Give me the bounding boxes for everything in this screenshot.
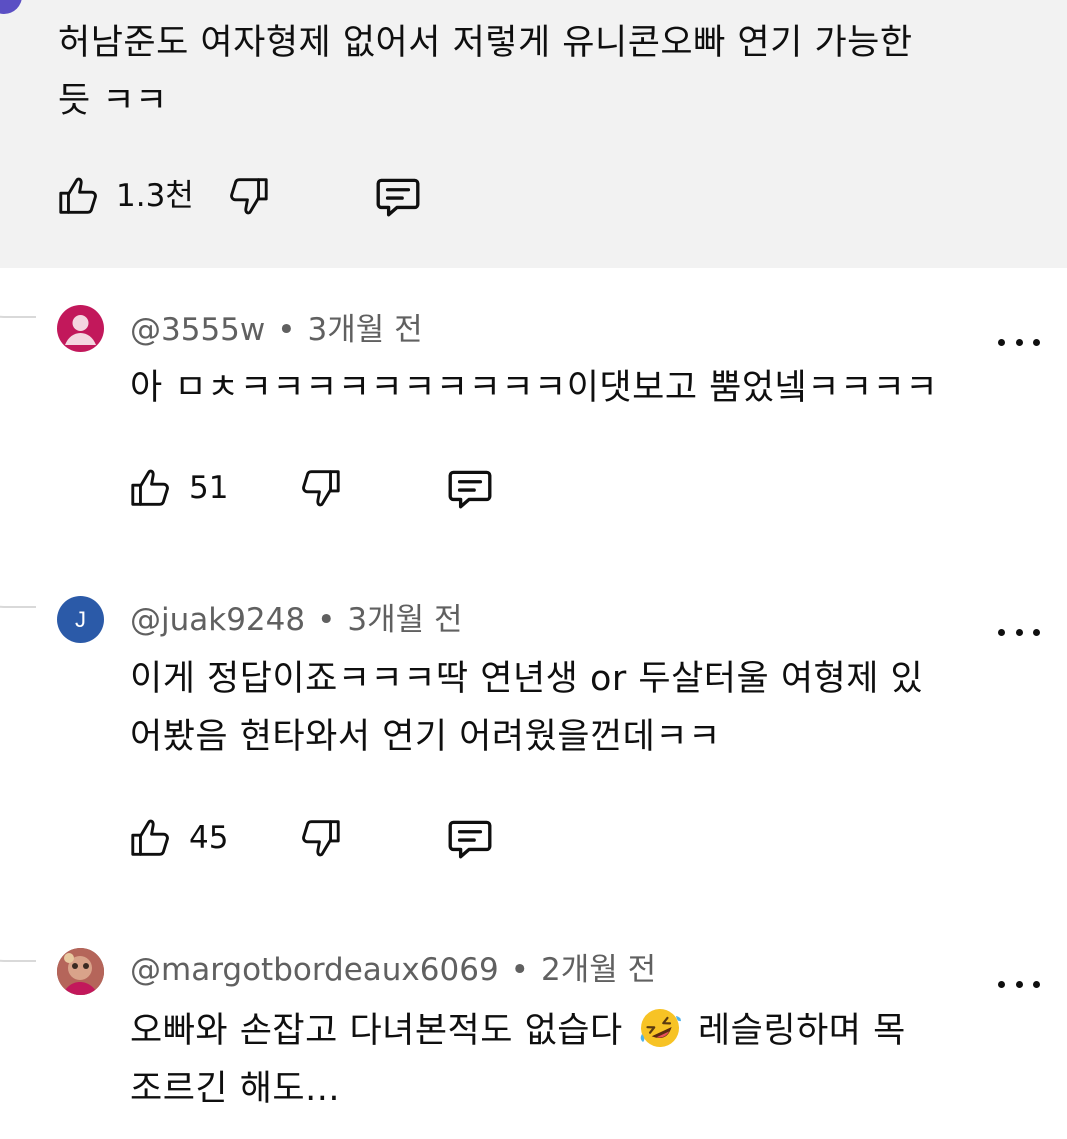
default-user-icon <box>65 315 96 345</box>
comment-line-2: 어봤음 현타와서 연기 어려웠을껀데ㅋㅋ <box>130 717 721 757</box>
rolling-on-floor-laughing-emoji <box>641 1009 682 1047</box>
more-options-icon <box>998 980 1005 988</box>
comment-line-1: 아 ㅁㅊㅋㅋㅋㅋㅋㅋㅋㅋㅋㅋ이댓보고 뿜었넼ㅋㅋㅋㅋ <box>130 368 939 408</box>
comment-text: 이게 정답이죠ㅋㅋㅋ딱 연년생 or 두살터울 여형제 있 어봤음 현타와서 연… <box>130 650 1030 766</box>
comment-line-1b: 레슬링하며 목 <box>697 1011 906 1051</box>
dislike-button[interactable] <box>296 810 344 866</box>
thumbs-down-icon <box>302 820 340 857</box>
more-options-button[interactable] <box>998 335 1040 349</box>
parent-comment-text: 허남준도 여자형제 없어서 저렇게 유니콘오빠 연기 가능한 듯 ㅋㅋ <box>58 14 1018 130</box>
meta-separator: • <box>510 952 529 988</box>
meta-separator: • <box>317 602 336 638</box>
comment-meta: @3555w • 3개월 전 <box>130 310 423 350</box>
reply-comment: @margotbordeaux6069 • 2개월 전 오빠와 손잡고 다녀본적도 … <box>0 946 1067 1139</box>
like-count: 45 <box>189 820 229 856</box>
comment-text: 오빠와 손잡고 다녀본적도 없습다 레슬링하며 목 조르긴 해도... <box>130 1002 1030 1118</box>
comment-timestamp[interactable]: 3개월 전 <box>308 312 423 348</box>
like-button[interactable] <box>55 168 103 224</box>
more-options-icon <box>998 338 1005 346</box>
reply-button[interactable] <box>443 810 497 866</box>
like-count: 1.3천 <box>116 178 194 214</box>
comment-line-1a: 오빠와 손잡고 다녀본적도 없습다 <box>130 1011 623 1051</box>
reply-button[interactable] <box>443 460 497 516</box>
parent-comment-line-1: 허남준도 여자형제 없어서 저렇게 유니콘오빠 연기 가능한 <box>58 23 913 63</box>
reply-comment-icon <box>448 820 492 859</box>
action-bar: 45 <box>0 810 520 866</box>
thumbs-up-icon <box>59 177 97 214</box>
profile-photo-icon <box>57 948 104 995</box>
reply-comment-icon <box>448 470 492 509</box>
thumbs-down-icon <box>302 470 340 507</box>
action-bar: 51 <box>0 460 520 516</box>
avatar[interactable] <box>57 948 104 995</box>
author-handle[interactable]: @margotbordeaux6069 <box>130 952 499 988</box>
like-button[interactable] <box>127 810 175 866</box>
avatar[interactable]: J <box>57 596 104 643</box>
dislike-button[interactable] <box>296 460 344 516</box>
reply-comment: J @juak9248 • 3개월 전 이게 정답이죠ㅋㅋㅋ딱 연년생 or 두살터… <box>0 596 1067 896</box>
avatar[interactable] <box>57 305 104 352</box>
author-handle[interactable]: @juak9248 <box>130 602 305 638</box>
author-handle[interactable]: @3555w <box>130 312 265 348</box>
highlighted-parent-comment: 허남준도 여자형제 없어서 저렇게 유니콘오빠 연기 가능한 듯 ㅋㅋ 1.3천 <box>0 0 1067 268</box>
reply-comment: @3555w • 3개월 전 아 ㅁㅊㅋㅋㅋㅋㅋㅋㅋㅋㅋㅋ이댓보고 뿜었넼ㅋㅋㅋㅋ … <box>0 300 1067 560</box>
comment-text: 아 ㅁㅊㅋㅋㅋㅋㅋㅋㅋㅋㅋㅋ이댓보고 뿜었넼ㅋㅋㅋㅋ <box>130 359 1030 417</box>
more-options-icon <box>998 628 1005 636</box>
thumbs-up-icon <box>131 469 169 506</box>
like-count: 51 <box>189 470 229 506</box>
more-options-button[interactable] <box>998 625 1040 639</box>
parent-comment-line-2: 듯 ㅋㅋ <box>58 81 168 121</box>
parent-action-bar: 1.3천 <box>0 168 480 224</box>
reply-button[interactable] <box>371 168 425 224</box>
reply-comment-icon <box>376 178 420 217</box>
thumbs-down-icon <box>230 178 268 215</box>
avatar-letter: J <box>75 606 86 632</box>
comment-line-2: 조르긴 해도... <box>130 1069 341 1109</box>
comment-meta: @juak9248 • 3개월 전 <box>130 600 463 640</box>
comment-thread-page: 허남준도 여자형제 없어서 저렇게 유니콘오빠 연기 가능한 듯 ㅋㅋ 1.3천… <box>0 0 1067 1139</box>
parent-avatar[interactable] <box>0 0 22 14</box>
like-button[interactable] <box>127 460 175 516</box>
meta-separator: • <box>277 312 296 348</box>
thumbs-up-icon <box>131 819 169 856</box>
comment-line-1: 이게 정답이죠ㅋㅋㅋ딱 연년생 or 두살터울 여형제 있 <box>130 659 924 699</box>
comment-meta: @margotbordeaux6069 • 2개월 전 <box>130 950 656 990</box>
comment-timestamp[interactable]: 2개월 전 <box>541 952 656 988</box>
comment-timestamp[interactable]: 3개월 전 <box>347 602 462 638</box>
more-options-button[interactable] <box>998 977 1040 991</box>
dislike-button[interactable] <box>224 168 272 224</box>
